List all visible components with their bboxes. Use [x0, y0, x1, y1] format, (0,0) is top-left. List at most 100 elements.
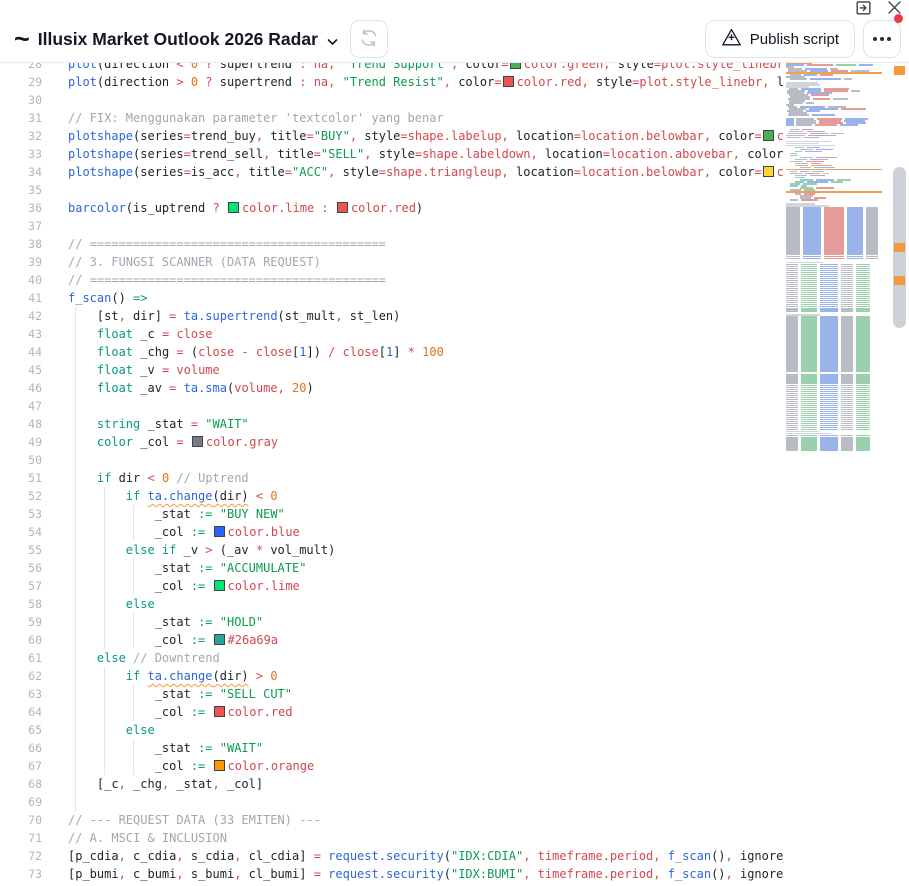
- code-token: ,: [277, 381, 293, 395]
- code-token: is_acc: [190, 165, 235, 179]
- code-token: plot: [68, 75, 97, 89]
- color-swatch[interactable]: [213, 580, 225, 591]
- scrollbar-track[interactable]: [890, 62, 909, 886]
- code-token: "SELL": [320, 147, 365, 161]
- code-line[interactable]: 69: [0, 793, 784, 811]
- code-line[interactable]: 45 float _v = volume: [0, 361, 784, 379]
- code-line[interactable]: 70 // --- REQUEST DATA (33 EMITEN) ---: [0, 811, 784, 829]
- code-token: (dir): [212, 489, 249, 503]
- code-line[interactable]: 66 _stat := "WAIT": [0, 739, 784, 757]
- code-line[interactable]: 56 _stat := "ACCUMULATE": [0, 559, 784, 577]
- code-line[interactable]: 60 _col := #26a69a: [0, 631, 784, 649]
- code-token: "IDX:CDIA": [450, 849, 524, 863]
- code-token: _col: [154, 579, 191, 593]
- code-line[interactable]: 59 _stat := "HOLD": [0, 613, 784, 631]
- code-line[interactable]: 34 plotshape(series=is_acc, title="ACC", …: [0, 163, 784, 181]
- code-line[interactable]: 32 plotshape(series=trend_buy, title="BUY…: [0, 127, 784, 145]
- code-line[interactable]: 54 _col := color.blue: [0, 523, 784, 541]
- code-line[interactable]: 35: [0, 181, 784, 199]
- code-line[interactable]: 43 float _c = close: [0, 325, 784, 343]
- code-token: f_scan: [68, 291, 112, 305]
- code-line[interactable]: 67 _col := color.orange: [0, 757, 784, 775]
- color-swatch[interactable]: [502, 76, 514, 87]
- code-token: =: [754, 129, 762, 143]
- code-line[interactable]: 64 _col := color.red: [0, 703, 784, 721]
- code-line[interactable]: 68 [_c, _chg, _stat, _col]: [0, 775, 784, 793]
- code-line[interactable]: 62 if ta.change(dir) > 0: [0, 667, 784, 685]
- script-title-dropdown[interactable]: Illusix Market Outlook 2026 Radar: [38, 27, 338, 51]
- code-line[interactable]: 63 _stat := "SELL CUT": [0, 685, 784, 703]
- code-token: [p_cdia: [68, 849, 119, 863]
- sync-button[interactable]: [349, 20, 388, 58]
- color-swatch[interactable]: [227, 202, 239, 213]
- code-line[interactable]: 72 [p_cdia, c_cdia, s_cdia, cl_cdia] = re…: [0, 847, 784, 865]
- code-line[interactable]: 57 _col := color.lime: [0, 577, 784, 595]
- code-line[interactable]: 50: [0, 451, 784, 469]
- warning-mark: [894, 276, 905, 285]
- code-line[interactable]: 47: [0, 397, 784, 415]
- line-number: 42: [28, 309, 42, 323]
- popout-icon[interactable]: [852, 0, 874, 18]
- code-line[interactable]: 31 // FIX: Menggunakan parameter 'textcol…: [0, 109, 784, 127]
- code-token: // 3. FUNGSI SCANNER (DATA REQUEST): [68, 255, 321, 269]
- code-pane[interactable]: 28 plot(direction < 0 ? supertrend : na, …: [0, 62, 784, 886]
- minimap[interactable]: [784, 62, 886, 886]
- code-line[interactable]: 28 plot(direction < 0 ? supertrend : na, …: [0, 62, 784, 73]
- indent-guide: [104, 523, 106, 541]
- code-line[interactable]: 48 string _stat = "WAIT": [0, 415, 784, 433]
- code-token: ,: [762, 75, 777, 89]
- code-token: float: [96, 345, 141, 359]
- line-number: 28: [28, 62, 42, 71]
- code-line[interactable]: 73 [p_bumi, c_bumi, s_bumi, cl_bumi] = re…: [0, 865, 784, 883]
- indent-guide: [75, 397, 77, 415]
- indent-guide: [104, 505, 106, 523]
- indent-guide: [133, 631, 135, 649]
- code-line[interactable]: 42 [st, dir] = ta.supertrend(st_mult, st…: [0, 307, 784, 325]
- color-swatch[interactable]: [213, 706, 225, 717]
- code-line[interactable]: 44 float _chg = (close - close[1]) / clo…: [0, 343, 784, 361]
- code-line[interactable]: 38 // ===================================…: [0, 235, 784, 253]
- code-line[interactable]: 51 if dir < 0 // Uptrend: [0, 469, 784, 487]
- code-line[interactable]: 61 else // Downtrend: [0, 649, 784, 667]
- code-line[interactable]: 65 else: [0, 721, 784, 739]
- indent-guide: [75, 451, 77, 469]
- more-options-button[interactable]: [863, 14, 903, 58]
- code-line[interactable]: 71 // A. MSCI & INCLUSION: [0, 829, 784, 847]
- code-line[interactable]: 29 plot(direction > 0 ? supertrend : na, …: [0, 73, 784, 91]
- indent-guide: [133, 523, 135, 541]
- color-swatch[interactable]: [213, 634, 225, 645]
- code-line[interactable]: 55 else if _v > (_av * vol_mult): [0, 541, 784, 559]
- code-line[interactable]: 37: [0, 217, 784, 235]
- color-swatch[interactable]: [213, 760, 225, 771]
- color-swatch[interactable]: [509, 62, 521, 69]
- line-number: 49: [28, 435, 42, 449]
- code-line[interactable]: 53 _stat := "BUY NEW": [0, 505, 784, 523]
- code-line[interactable]: 33 plotshape(series=trend_sell, title="SE…: [0, 145, 784, 163]
- color-swatch[interactable]: [762, 166, 774, 177]
- code-line[interactable]: 58 else: [0, 595, 784, 613]
- color-swatch[interactable]: [762, 130, 774, 141]
- code-line[interactable]: 39 // 3. FUNGSI SCANNER (DATA REQUEST): [0, 253, 784, 271]
- line-number: 53: [28, 507, 42, 521]
- code-line[interactable]: 49 color _col = color.gray: [0, 433, 784, 451]
- code-line[interactable]: 30: [0, 91, 784, 109]
- color-swatch[interactable]: [213, 526, 225, 537]
- code-token: c: [776, 129, 784, 143]
- code-line[interactable]: 46 float _av = ta.sma(volume, 20): [0, 379, 784, 397]
- code-line[interactable]: 41 f_scan() =>: [0, 289, 784, 307]
- code-line[interactable]: 52 if ta.change(dir) < 0: [0, 487, 784, 505]
- code-token: style: [378, 147, 415, 161]
- code-token: 0: [190, 75, 206, 89]
- code-line[interactable]: 40 // ===================================…: [0, 271, 784, 289]
- color-swatch[interactable]: [336, 202, 348, 213]
- indent-guide: [75, 775, 77, 793]
- code-token: ,: [328, 75, 343, 89]
- code-token: title: [270, 129, 307, 143]
- color-swatch[interactable]: [191, 436, 203, 447]
- code-token: ,: [118, 309, 134, 323]
- indent-guide: [75, 793, 77, 811]
- code-token: =: [313, 147, 321, 161]
- publish-script-button[interactable]: Publish script: [704, 20, 855, 58]
- code-line[interactable]: 36 barcolor(is_uptrend ? color.lime : col…: [0, 199, 784, 217]
- code-token: =: [754, 165, 762, 179]
